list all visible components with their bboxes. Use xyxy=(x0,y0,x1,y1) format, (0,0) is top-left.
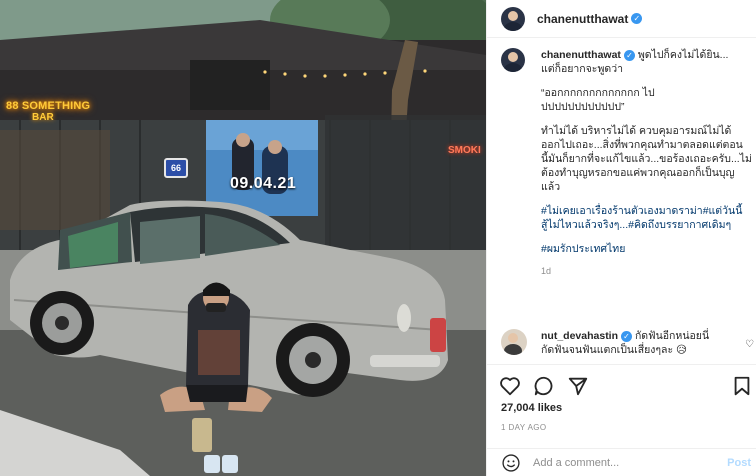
verified-badge-icon: ✓ xyxy=(631,13,643,24)
post-side-panel: chanenutthawat ✓ chanenutthawat ✓ พูดไปก็… xyxy=(486,0,756,476)
caption-paragraph: ทำไม่ได้ บริหารไม่ได้ ควบคุมอารมณ์ไม่ได้… xyxy=(541,124,756,194)
post-date[interactable]: 1 DAY AGO xyxy=(501,423,547,432)
bar-neon-sign-sub: BAR xyxy=(32,112,54,123)
comment-body: nut_devahastin ✓ กัดฟันอีกหน่อยนี่ กัดฟัน… xyxy=(541,329,741,357)
photo-scene xyxy=(0,0,486,476)
caption-body: chanenutthawat ✓ พูดไปก็คงไม่ได้ยิน... แต… xyxy=(541,48,756,278)
caption-line: นี้มันก็ยากที่จะแก้ไขแล้ว...ขอร้องเถอะคร… xyxy=(541,153,752,165)
caption-time-ago[interactable]: 1d xyxy=(541,264,756,278)
poster-date: 09.04.21 xyxy=(230,175,297,192)
post-header: chanenutthawat ✓ xyxy=(487,0,756,38)
smiley-icon[interactable] xyxy=(501,453,521,473)
commenter-username[interactable]: nut_devahastin xyxy=(541,330,618,342)
hashtag-link[interactable]: สู้ไม่ไหวแล้วจริงๆ...#คิดถึงบรรยากาศเดิม… xyxy=(541,219,731,231)
post-photo[interactable]: 88 SOMETHING BAR 66 09.04.21 SMOKI xyxy=(0,0,486,476)
caption-hashtag-last: #ผมรักประเทศไทย xyxy=(541,242,756,256)
comment-text: กัดฟันอีกหน่อยนี่ xyxy=(634,330,710,342)
bar-neon-sign: 88 SOMETHING xyxy=(6,100,91,112)
caption-quote: “ออกกกกกกกกกกกกก ไป ปปปปปปปปปปปป” xyxy=(541,86,756,114)
bookmark-icon[interactable] xyxy=(731,375,753,397)
heart-icon[interactable] xyxy=(499,375,521,397)
verified-badge-icon: ✓ xyxy=(621,331,633,342)
route-66-sign: 66 xyxy=(164,158,188,178)
commenter-avatar[interactable] xyxy=(501,329,527,355)
comment-item: nut_devahastin ✓ กัดฟันอีกหน่อยนี่ กัดฟัน… xyxy=(501,329,756,357)
caption-line: พูดไปก็คงไม่ได้ยิน... xyxy=(637,49,729,61)
likes-count[interactable]: 27,004 likes xyxy=(501,402,562,414)
comment-text: กัดฟันจนฟันแตกเป็นเสี่ยงๆละ 😥 xyxy=(541,344,687,356)
post-caption: chanenutthawat ✓ พูดไปก็คงไม่ได้ยิน... แต… xyxy=(501,48,756,278)
instagram-post: 88 SOMETHING BAR 66 09.04.21 SMOKI chane… xyxy=(0,0,756,476)
smoking-neon-sign: SMOKI xyxy=(448,145,481,156)
caption-line: ต้องทำบุญหรอกขอแค่พวกคุณออกก็เป็นบุญ xyxy=(541,167,735,179)
hashtag-link[interactable]: #ไม่เคยเอาเรื่องร้านตัวเองมาดราม่า#แต่วั… xyxy=(541,205,742,217)
caption-line: ทำไม่ได้ บริหารไม่ได้ ควบคุมอารมณ์ไม่ได้ xyxy=(541,125,732,137)
comment-input[interactable] xyxy=(533,456,713,469)
caption-line: แล้ว xyxy=(541,181,561,193)
caption-hashtags: #ไม่เคยเอาเรื่องร้านตัวเองมาดราม่า#แต่วั… xyxy=(541,204,756,232)
caption-line: ปปปปปปปปปปปป” xyxy=(541,101,625,113)
comment-like-icon[interactable]: ♡ xyxy=(745,339,754,350)
caption-line: ออกไปเถอะ...สิ่งที่พวกคุณทำมาตลอดแต่ตอน xyxy=(541,139,743,151)
hashtag-link[interactable]: #ผมรักประเทศไทย xyxy=(541,243,625,255)
caption-avatar[interactable] xyxy=(501,48,525,72)
author-username[interactable]: chanenutthawat xyxy=(537,12,628,26)
caption-line: แต่ก็อยากจะพูดว่า xyxy=(541,63,623,75)
post-actions xyxy=(487,364,756,404)
caption-first-para: chanenutthawat ✓ พูดไปก็คงไม่ได้ยิน... แต… xyxy=(541,48,756,76)
comment-bubble-icon[interactable] xyxy=(533,375,555,397)
verified-badge-icon: ✓ xyxy=(623,50,635,61)
post-comment-button[interactable]: Post xyxy=(727,457,751,469)
paper-plane-icon[interactable] xyxy=(567,375,589,397)
author-avatar[interactable] xyxy=(501,6,525,31)
caption-username[interactable]: chanenutthawat xyxy=(541,49,621,61)
caption-line: “ออกกกกกกกกกกกกก ไป xyxy=(541,87,655,99)
add-comment-bar: Post xyxy=(487,448,756,476)
